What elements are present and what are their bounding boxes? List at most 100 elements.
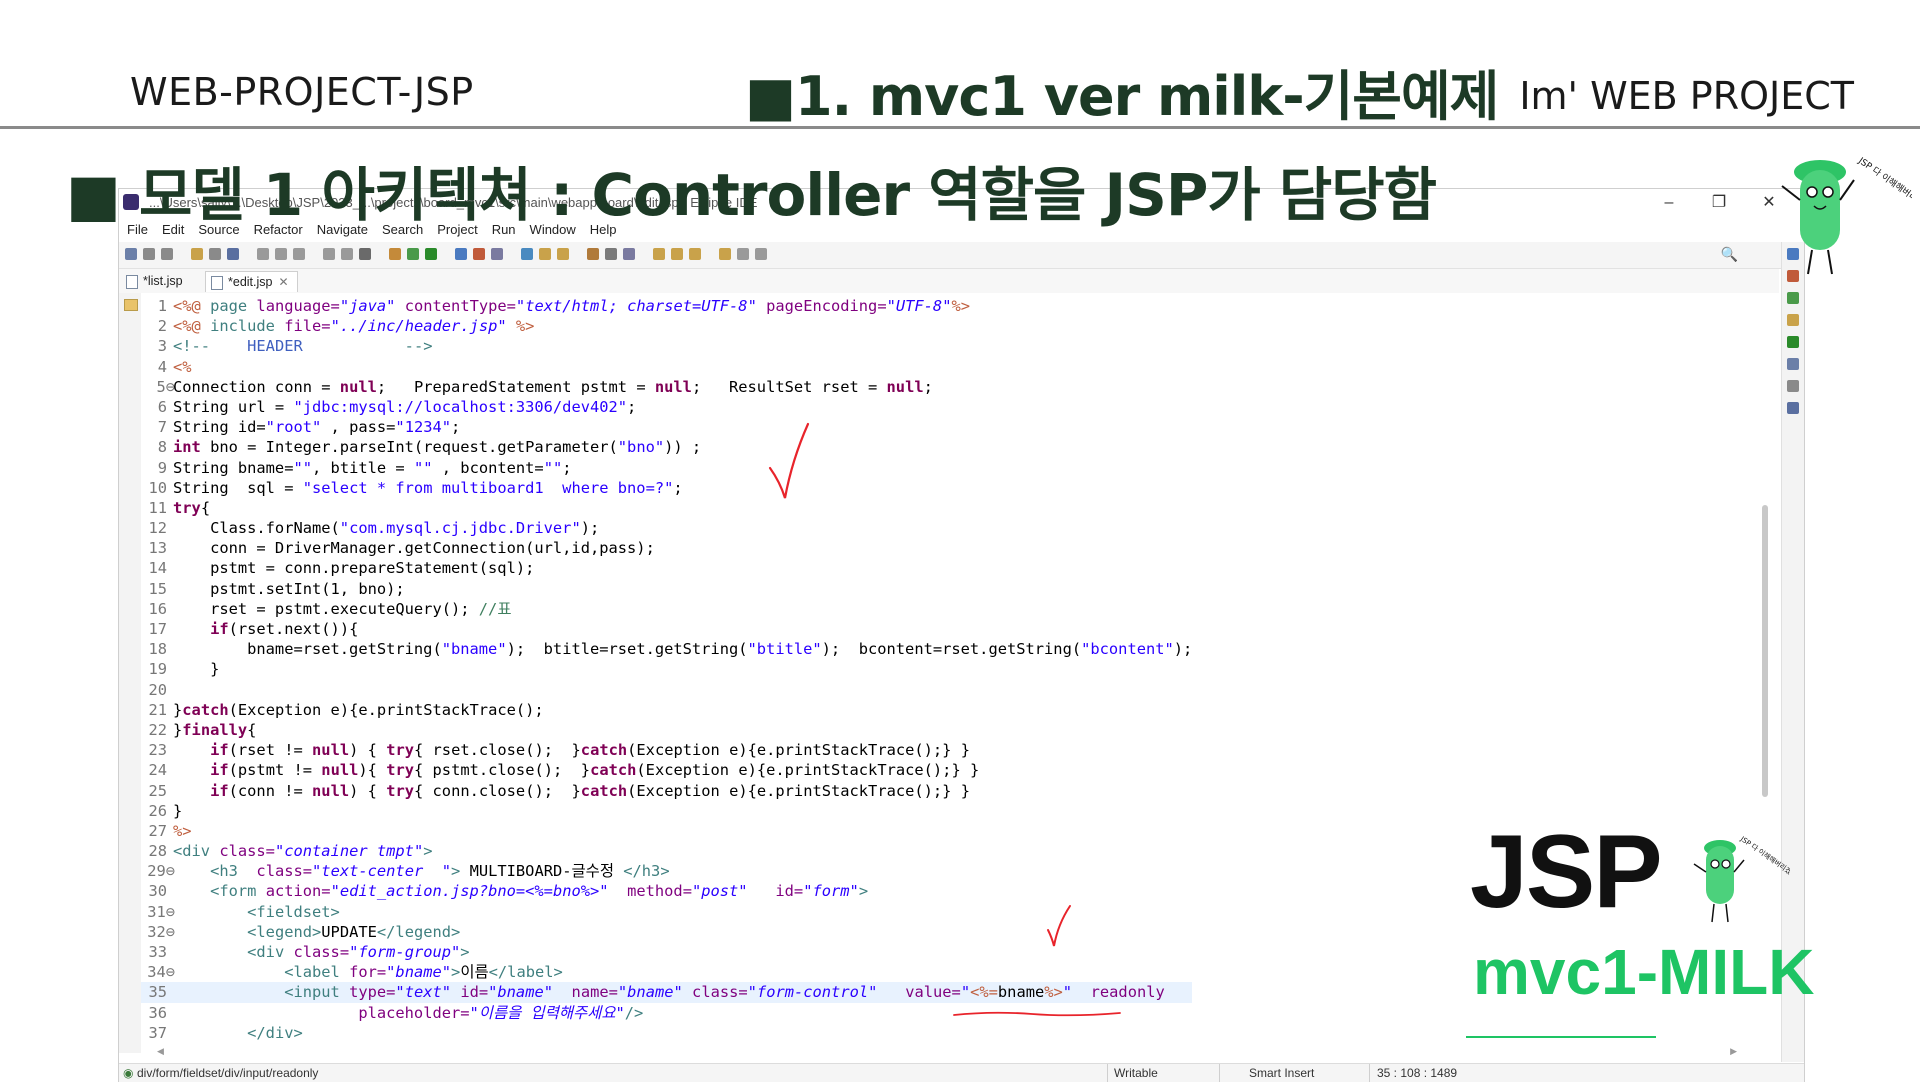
toolbar-button-icon[interactable] — [323, 248, 335, 260]
scrollbar-thumb[interactable] — [1762, 505, 1768, 797]
line-number: 13 — [148, 539, 167, 558]
code-token: "" — [413, 458, 433, 477]
toolbar-button-icon[interactable] — [719, 248, 731, 260]
code-token: "select * from multiboard1 where bno=?" — [302, 478, 674, 497]
toolbar-button-icon[interactable] — [275, 248, 287, 260]
code-token: rset = pstmt.executeQuery(); — [173, 599, 479, 618]
view-toggle-icon[interactable] — [1787, 380, 1799, 392]
toolbar-button-icon[interactable] — [689, 248, 701, 260]
editor-tab[interactable]: *edit.jsp ✕ — [205, 271, 298, 292]
toolbar-button-icon[interactable] — [389, 248, 401, 260]
toolbar-button-icon[interactable] — [473, 248, 485, 260]
code-token: "text" — [395, 983, 452, 1002]
toolbar-button-icon[interactable] — [191, 248, 203, 260]
toolbar-button-icon[interactable] — [623, 248, 635, 260]
code-lines: 1 <%@ page language="java" contentType="t… — [141, 296, 1193, 1043]
code-token: (pstmt != — [228, 761, 322, 780]
toolbar-button-icon[interactable] — [671, 248, 683, 260]
code-token: (conn != — [228, 781, 313, 800]
horizontal-scrollbar[interactable]: ◀ ▶ — [157, 1046, 1737, 1059]
code-token: language= — [256, 297, 340, 315]
code-token: if — [210, 620, 229, 638]
code-token: MULTIBOARD-글수정 — [469, 862, 624, 881]
toolbar-button-icon[interactable] — [161, 248, 173, 260]
line-number: 9 — [157, 458, 167, 477]
code-token: ) { — [349, 781, 387, 800]
search-icon[interactable]: 🔍 — [1721, 246, 1738, 263]
toolbar-button-icon[interactable] — [455, 248, 467, 260]
logo-jsp: JSP — [1470, 814, 1663, 930]
line-number: 4 — [157, 357, 167, 376]
line-number: 21 — [148, 700, 167, 719]
code-token: "bname" — [617, 983, 683, 1002]
view-toggle-icon[interactable] — [1787, 292, 1799, 304]
toolbar-button-icon[interactable] — [755, 248, 767, 260]
code-token: method= — [627, 882, 692, 901]
code-line: 3 <!-- HEADER --> — [141, 336, 1192, 356]
toolbar-button-icon[interactable] — [737, 248, 749, 260]
code-line: 30 <form action="edit_action.jsp?bno=<%=… — [141, 881, 1192, 901]
code-line: 26} — [141, 801, 1192, 821]
code-token: , btitle = — [312, 458, 414, 477]
toolbar-button-icon[interactable] — [209, 248, 221, 260]
code-token: <% — [173, 357, 192, 376]
toolbar-button-icon[interactable] — [539, 248, 551, 260]
toolbar-button-icon[interactable] — [491, 248, 503, 260]
toolbar-button-icon[interactable] — [257, 248, 269, 260]
code-line: 10 String sql = "select * from multiboard… — [141, 478, 1192, 498]
toolbar-button-icon[interactable] — [425, 248, 437, 260]
line-number: 29⊖ — [147, 862, 175, 881]
mascot-bottom-icon: JSP 다 이해해버리겠다~! — [1693, 834, 1790, 923]
editor-tab[interactable]: *list.jsp — [121, 271, 191, 291]
code-token: <form — [210, 882, 266, 901]
line-number: 14 — [148, 559, 167, 578]
scroll-right-icon[interactable]: ▶ — [1730, 1046, 1737, 1057]
editor-tab-label: *list.jsp — [143, 274, 183, 288]
toolbar-button-icon[interactable] — [227, 248, 239, 260]
toolbar-button-icon[interactable] — [587, 248, 599, 260]
toolbar-button-icon[interactable] — [143, 248, 155, 260]
code-token: if — [210, 781, 229, 800]
line-number: 24 — [148, 761, 167, 780]
code-token: <div — [247, 943, 294, 961]
code-token: %> — [951, 297, 971, 315]
toolbar-button-icon[interactable] — [293, 248, 305, 260]
code-line: 13 conn = DriverManager.getConnection(ur… — [141, 538, 1192, 558]
minimize-icon[interactable]: – — [1644, 191, 1694, 215]
mascot-top-icon: JSP 다 이해해버리겠다~! — [1781, 155, 1912, 275]
close-tab-icon[interactable]: ✕ — [278, 275, 288, 289]
code-token: try — [173, 498, 201, 517]
toolbar-button-icon[interactable] — [359, 248, 371, 260]
view-toggle-icon[interactable] — [1787, 358, 1799, 370]
code-line: 21}catch(Exception e){e.printStackTrace(… — [141, 700, 1192, 720]
code-token: String id= — [173, 418, 266, 437]
package-explorer-icon[interactable] — [124, 299, 138, 311]
code-token: ; PreparedStatement pstmt = — [376, 377, 655, 396]
mascot-top-caption: JSP 다 이해해버리겠다~! — [1855, 155, 1912, 220]
code-token: id= — [460, 983, 489, 1002]
code-line: 23 if(rset != null) { try{ rset.close();… — [141, 740, 1192, 760]
toolbar-button-icon[interactable] — [557, 248, 569, 260]
toolbar-button-icon[interactable] — [407, 248, 419, 260]
status-path-icon: ◉ — [123, 1066, 134, 1080]
view-toggle-icon[interactable] — [1787, 336, 1799, 348]
restore-icon[interactable]: ❐ — [1694, 191, 1744, 215]
code-token: /> — [624, 1003, 644, 1022]
scroll-left-icon[interactable]: ◀ — [157, 1046, 164, 1057]
code-line: 6 String url = "jdbc:mysql://localhost:33… — [141, 397, 1192, 417]
toolbar-button-icon[interactable] — [341, 248, 353, 260]
code-token: ; — [923, 377, 933, 396]
toolbar-button-icon[interactable] — [125, 248, 137, 260]
code-token: class= — [256, 862, 313, 881]
code-token: if — [210, 741, 229, 760]
view-toggle-icon[interactable] — [1787, 314, 1799, 326]
code-token: "jdbc:mysql://localhost:3306/dev402" — [293, 397, 628, 416]
toolbar-button-icon[interactable] — [521, 248, 533, 260]
toolbar-button-icon[interactable] — [653, 248, 665, 260]
toolbar-button-icon[interactable] — [605, 248, 617, 260]
view-toggle-icon[interactable] — [1787, 402, 1799, 414]
